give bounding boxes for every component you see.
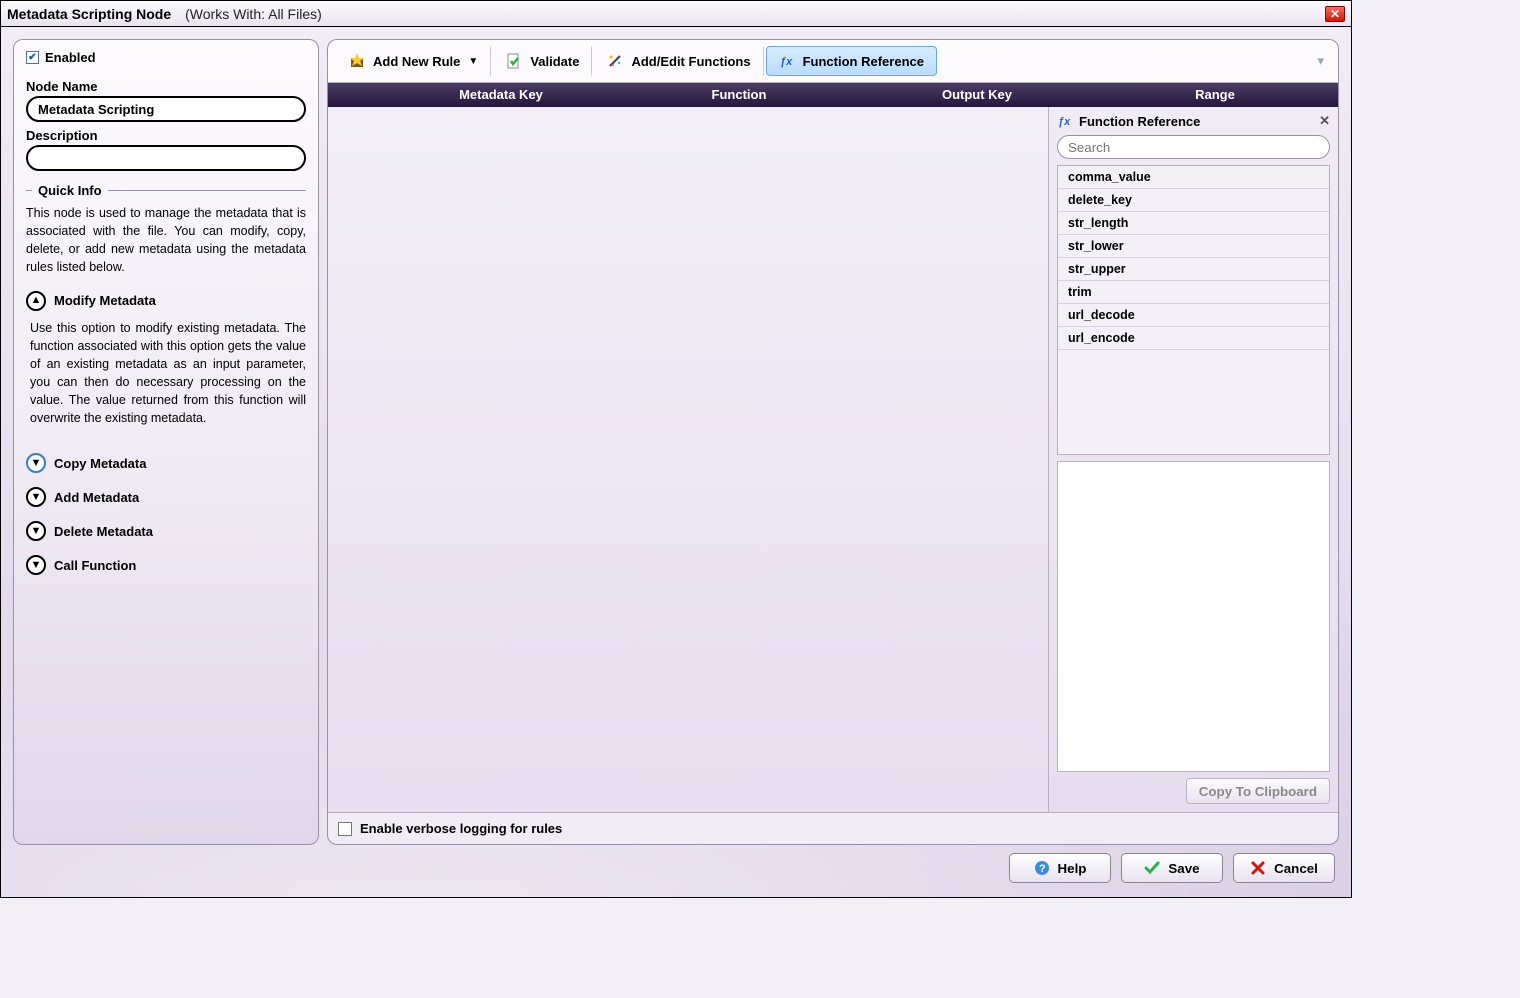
add-rule-icon [349,53,365,69]
node-name-label: Node Name [26,79,306,94]
accordion-call[interactable]: ▼ Call Function [26,555,306,575]
enabled-checkbox[interactable]: ✔ [26,51,39,64]
accordion-modify[interactable]: ▲ Modify Metadata [26,291,306,311]
function-reference-panel: ƒx Function Reference ✕ comma_value dele… [1048,107,1338,812]
validate-label: Validate [530,54,579,69]
help-icon: ? [1034,860,1050,876]
fn-item[interactable]: url_encode [1058,327,1329,350]
th-output-key: Output Key [858,83,1096,107]
close-panel-icon[interactable]: ✕ [1319,113,1330,129]
help-label: Help [1058,861,1087,876]
validate-button[interactable]: Validate [493,46,592,76]
fx-icon: ƒx [779,53,795,69]
accordion-copy[interactable]: ▼ Copy Metadata [26,453,306,473]
description-input[interactable] [26,145,306,171]
fx-icon: ƒx [1057,113,1073,129]
fn-item[interactable]: delete_key [1058,189,1329,212]
table-body: ƒx Function Reference ✕ comma_value dele… [328,107,1338,812]
function-list[interactable]: comma_value delete_key str_length str_lo… [1057,165,1330,455]
right-panel: Add New Rule ▼ Validate Add/Edit Funct [327,39,1339,845]
columns: ✔ Enabled Node Name Description Quick In… [13,39,1339,845]
enabled-label: Enabled [45,50,96,65]
save-button[interactable]: Save [1121,853,1223,883]
quick-info-text: This node is used to manage the metadata… [26,204,306,277]
function-reference-title-row: ƒx Function Reference ✕ [1057,113,1330,129]
fn-item[interactable]: str_lower [1058,235,1329,258]
rules-area[interactable] [328,107,1048,812]
function-reference-title: Function Reference [1079,114,1200,129]
accordion-add-label: Add Metadata [54,490,139,505]
accordion-modify-body: Use this option to modify existing metad… [30,319,306,428]
cancel-label: Cancel [1274,861,1318,876]
titlebar: Metadata Scripting Node (Works With: All… [1,1,1351,27]
quick-info-title: Quick Info [26,183,306,198]
fn-item[interactable]: url_decode [1058,304,1329,327]
toolbar: Add New Rule ▼ Validate Add/Edit Funct [328,40,1338,83]
verbose-checkbox[interactable] [338,822,352,836]
dialog-buttons: ? Help Save Cancel [13,851,1339,885]
quick-info-title-text: Quick Info [38,183,102,198]
fn-item[interactable]: comma_value [1058,166,1329,189]
verbose-logging-row[interactable]: Enable verbose logging for rules [328,812,1338,844]
th-metadata-key: Metadata Key [382,83,620,107]
function-reference-button[interactable]: ƒx Function Reference [766,46,937,76]
description-label: Description [26,128,306,143]
function-search-input[interactable] [1057,135,1330,159]
accordion-delete[interactable]: ▼ Delete Metadata [26,521,306,541]
chevron-down-icon: ▼ [26,453,46,473]
svg-text:?: ? [1039,863,1046,875]
cancel-icon [1250,860,1266,876]
wand-icon [607,53,623,69]
validate-icon [506,53,522,69]
th-function: Function [620,83,858,107]
accordion-delete-label: Delete Metadata [54,524,153,539]
window-title: Metadata Scripting Node [7,6,171,22]
function-reference-label: Function Reference [803,54,924,69]
th-range: Range [1096,83,1334,107]
addedit-functions-label: Add/Edit Functions [631,54,750,69]
save-label: Save [1168,861,1199,876]
chevron-down-icon: ▼ [26,521,46,541]
check-icon [1144,860,1160,876]
accordion-add[interactable]: ▼ Add Metadata [26,487,306,507]
toolbar-overflow-icon[interactable]: ▾ [1317,53,1330,69]
svg-text:ƒx: ƒx [780,56,793,68]
accordion-copy-label: Copy Metadata [54,456,146,471]
svg-text:ƒx: ƒx [1058,116,1071,128]
close-icon: ✕ [1330,8,1340,20]
addedit-functions-button[interactable]: Add/Edit Functions [594,46,763,76]
left-panel: ✔ Enabled Node Name Description Quick In… [13,39,319,845]
fn-item[interactable]: str_upper [1058,258,1329,281]
dialog: Metadata Scripting Node (Works With: All… [0,0,1352,898]
client-area: ✔ Enabled Node Name Description Quick In… [1,27,1351,897]
close-button[interactable]: ✕ [1325,6,1345,22]
chevron-down-icon: ▼ [26,487,46,507]
add-new-rule-button[interactable]: Add New Rule ▼ [336,46,491,76]
th-handle [332,83,382,107]
fn-item[interactable]: trim [1058,281,1329,304]
enabled-row[interactable]: ✔ Enabled [26,50,306,65]
window-subtitle: (Works With: All Files) [185,6,322,22]
add-new-rule-label: Add New Rule [373,54,460,69]
copy-to-clipboard-button[interactable]: Copy To Clipboard [1186,778,1330,804]
chevron-down-icon: ▼ [26,555,46,575]
verbose-label: Enable verbose logging for rules [360,821,562,836]
cancel-button[interactable]: Cancel [1233,853,1335,883]
accordion-call-label: Call Function [54,558,136,573]
chevron-up-icon: ▲ [26,291,46,311]
dropdown-icon: ▼ [468,56,478,67]
function-detail-box [1057,461,1330,772]
accordion-modify-label: Modify Metadata [54,293,156,308]
node-name-input[interactable] [26,96,306,122]
help-button[interactable]: ? Help [1009,853,1111,883]
rules-table-header: Metadata Key Function Output Key Range [328,83,1338,107]
fn-item[interactable]: str_length [1058,212,1329,235]
